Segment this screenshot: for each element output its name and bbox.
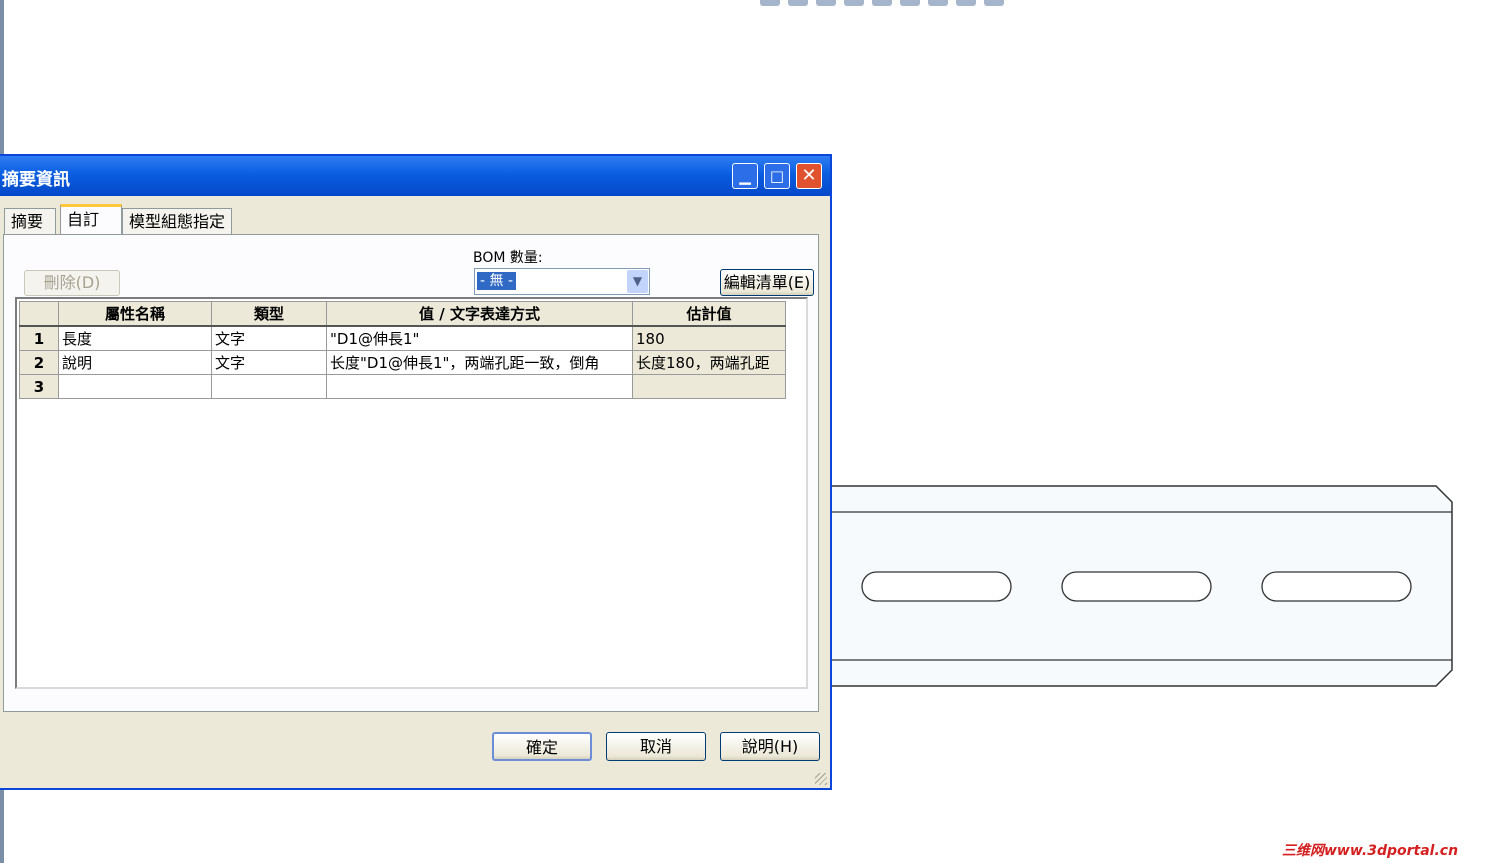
table-row: 1 長度 文字 "D1@伸長1" 180: [19, 325, 786, 351]
resize-grip-icon[interactable]: [815, 773, 827, 785]
row-number[interactable]: 2: [19, 350, 59, 375]
rail-slot: [1261, 571, 1412, 602]
dialog-title: 摘要資訊: [2, 170, 70, 190]
chevron-down-icon[interactable]: ▼: [627, 270, 648, 293]
tab-summary[interactable]: 摘要: [4, 208, 56, 234]
value-cell[interactable]: [326, 374, 633, 399]
property-table: 屬性名稱 類型 值 / 文字表達方式 估計值 1 長度 文字 "D1@伸長1" …: [19, 301, 786, 399]
monitor-icon[interactable]: [984, 0, 1004, 6]
row-number[interactable]: 1: [19, 325, 59, 351]
property-name-cell[interactable]: 長度: [58, 325, 212, 351]
delete-button[interactable]: 刪除(D): [24, 270, 120, 296]
cancel-button[interactable]: 取消: [606, 732, 706, 761]
header-row: 屬性名稱 類型 值 / 文字表達方式 估計值: [19, 301, 786, 327]
close-button[interactable]: ✕: [796, 163, 822, 189]
bom-quantity-select[interactable]: - 無 - ▼: [474, 268, 650, 295]
display-style-icon[interactable]: [928, 0, 948, 6]
column-header-type[interactable]: 類型: [211, 301, 327, 327]
property-name-cell[interactable]: 說明: [58, 350, 212, 375]
bom-quantity-label: BOM 數量:: [473, 250, 543, 266]
edit-list-button[interactable]: 編輯清單(E): [720, 269, 814, 296]
value-cell[interactable]: "D1@伸長1": [326, 325, 633, 351]
pan-icon[interactable]: [844, 0, 864, 6]
hide-show-icon[interactable]: [956, 0, 976, 6]
estimate-cell: [632, 374, 786, 399]
table-row: 3: [19, 374, 786, 399]
type-cell[interactable]: [211, 374, 327, 399]
value-cell[interactable]: 长度"D1@伸長1"，两端孔距一致，倒角: [326, 350, 633, 375]
zoom-in-icon[interactable]: [760, 0, 780, 6]
property-name-cell[interactable]: [58, 374, 212, 399]
bom-selected-value: - 無 -: [477, 272, 517, 290]
table-row: 2 說明 文字 长度"D1@伸長1"，两端孔距一致，倒角 长度180，两端孔距: [19, 350, 786, 375]
rotate-icon[interactable]: [816, 0, 836, 6]
column-header-value[interactable]: 值 / 文字表達方式: [326, 301, 633, 327]
row-number[interactable]: 3: [19, 374, 59, 399]
help-button[interactable]: 說明(H): [720, 732, 820, 761]
column-header-estimate[interactable]: 估計值: [632, 301, 786, 327]
rail-slot: [861, 571, 1012, 602]
summary-info-dialog: 摘要資訊 ▁ □ ✕ 摘要 模型組態指定 自訂 BOM 數量: - 無 - ▼ …: [0, 154, 832, 790]
site-watermark: 三维网www.3dportal.cn: [1282, 843, 1459, 859]
estimate-cell: 长度180，两端孔距: [632, 350, 786, 375]
type-cell[interactable]: 文字: [211, 350, 327, 375]
top-toolbar: [760, 0, 1004, 6]
minimize-button[interactable]: ▁: [732, 163, 758, 189]
estimate-cell: 180: [632, 325, 786, 351]
ok-button[interactable]: 確定: [492, 732, 592, 761]
column-header-property-name[interactable]: 屬性名稱: [58, 301, 212, 327]
maximize-button[interactable]: □: [764, 163, 790, 189]
custom-tab-panel: BOM 數量: - 無 - ▼ 刪除(D) 編輯清單(E) 屬性名稱 類型 值 …: [3, 234, 819, 712]
rail-slot: [1061, 571, 1212, 602]
tab-custom[interactable]: 自訂: [60, 204, 122, 235]
property-grid[interactable]: 屬性名稱 類型 值 / 文字表達方式 估計值 1 長度 文字 "D1@伸長1" …: [15, 297, 808, 689]
view-orientation-icon[interactable]: [900, 0, 920, 6]
din-rail-drawing: [832, 485, 1453, 687]
corner-header: [19, 301, 59, 327]
section-view-icon[interactable]: [872, 0, 892, 6]
tab-config-specific[interactable]: 模型組態指定: [122, 208, 232, 234]
zoom-out-icon[interactable]: [788, 0, 808, 6]
type-cell[interactable]: 文字: [211, 325, 327, 351]
dialog-titlebar[interactable]: 摘要資訊 ▁ □ ✕: [0, 156, 830, 196]
